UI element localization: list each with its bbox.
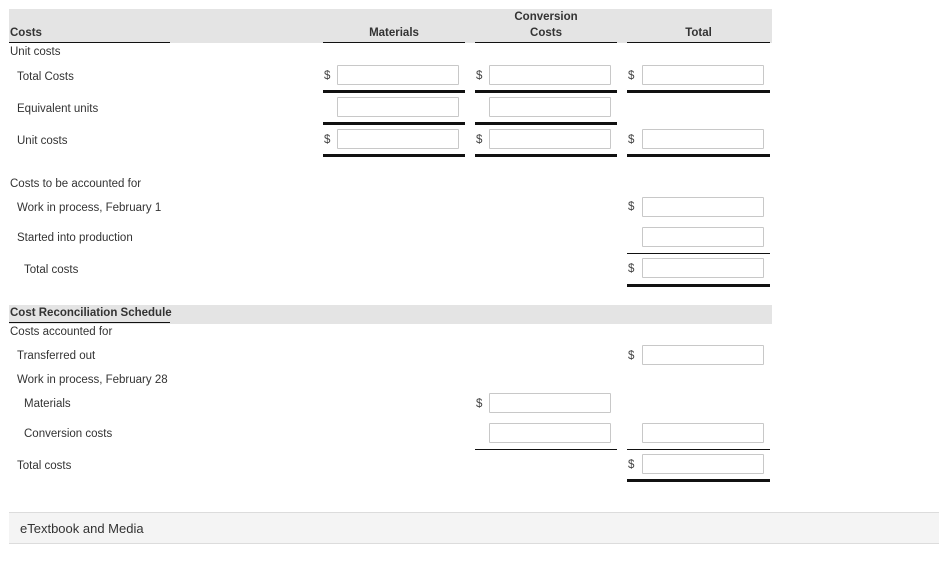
dollar-sign: $ [628,134,635,146]
etextbook-media-bar[interactable]: eTextbook and Media [9,512,939,544]
row-label-wip-feb1: Work in process, February 1 [17,202,162,214]
reconciliation-title: Cost Reconciliation Schedule [10,307,172,319]
row-label-materials: Materials [24,398,71,410]
costs-to-account-section-label: Costs to be accounted for [10,178,142,190]
underline [627,253,770,254]
total-costs-total-input[interactable] [642,65,764,85]
reconciliation-title-underline [9,322,170,323]
wip-feb1-total-input[interactable] [642,197,764,217]
wip-materials-input[interactable] [489,393,611,413]
row-label-transferred-out: Transferred out [17,350,96,362]
total-costs-reconciled-input[interactable] [642,454,764,474]
unit-costs-section-label: Unit costs [10,46,61,58]
wip-conversion-input[interactable] [489,423,611,443]
unit-costs-materials-input[interactable] [337,129,459,149]
underline [475,90,617,93]
underline [627,90,770,93]
underline [627,154,770,157]
started-into-production-input[interactable] [642,227,764,247]
column-header-total: Total [685,27,712,39]
etextbook-media-link[interactable]: eTextbook and Media [20,521,144,536]
equivalent-units-materials-input[interactable] [337,97,459,117]
dollar-sign: $ [628,263,635,275]
materials-header-underline [323,42,465,43]
row-label-total-costs-reconciled: Total costs [17,460,72,472]
column-header-materials: Materials [369,27,419,39]
row-label-conversion-costs: Conversion costs [24,428,113,440]
equivalent-units-conversion-input[interactable] [489,97,611,117]
row-label-total-costs-accounted: Total costs [24,264,79,276]
dollar-sign: $ [628,70,635,82]
conversion-header-underline [475,42,617,43]
unit-costs-total-input[interactable] [642,129,764,149]
underline [323,90,465,93]
row-label-started-into-production: Started into production [17,232,133,244]
underline [323,154,465,157]
column-header-conversion-line1: Conversion [514,11,578,23]
total-costs-to-account-input[interactable] [642,258,764,278]
underline [475,449,617,450]
dollar-sign: $ [628,459,635,471]
dollar-sign: $ [628,350,635,362]
column-header-conversion-line2: Costs [530,27,562,39]
row-label-wip-feb28: Work in process, February 28 [17,374,168,386]
dollar-sign: $ [324,134,331,146]
underline [627,449,770,450]
dollar-sign: $ [476,398,483,410]
underline [627,284,770,287]
underline [475,154,617,157]
total-header-underline [627,42,770,43]
row-label-equivalent-units: Equivalent units [17,103,99,115]
unit-costs-conversion-input[interactable] [489,129,611,149]
row-label-unit-costs: Unit costs [17,135,68,147]
dollar-sign: $ [324,70,331,82]
underline [627,479,770,482]
costs-header-underline [9,42,170,43]
underline [323,122,465,125]
total-costs-materials-input[interactable] [337,65,459,85]
transferred-out-input[interactable] [642,345,764,365]
wip-total-input[interactable] [642,423,764,443]
total-costs-conversion-input[interactable] [489,65,611,85]
dollar-sign: $ [476,134,483,146]
underline [475,122,617,125]
dollar-sign: $ [476,70,483,82]
costs-accounted-for-label: Costs accounted for [10,326,113,338]
costs-header: Costs [10,27,42,39]
dollar-sign: $ [628,201,635,213]
row-label-total-costs: Total Costs [17,71,74,83]
